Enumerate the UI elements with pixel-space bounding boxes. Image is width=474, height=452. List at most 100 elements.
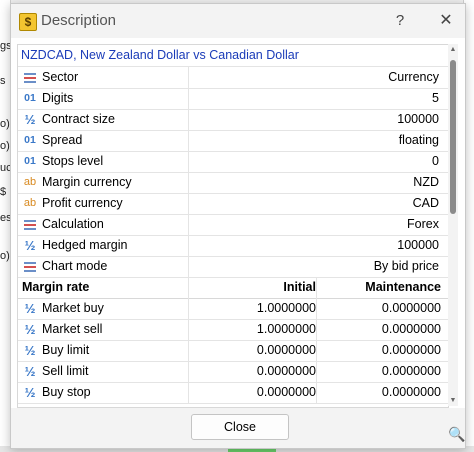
initial-value: 0.0000000: [256, 385, 316, 399]
scroll-up-arrow-icon[interactable]: ▲: [448, 46, 458, 53]
property-value: By bid price: [373, 259, 439, 273]
property-label: Contract size: [42, 112, 115, 126]
property-row-digits[interactable]: 01 Digits 5: [18, 88, 448, 110]
margin-table-header: Margin rate Initial Maintenance: [18, 277, 448, 299]
margin-row-buy-stop[interactable]: ½ Buy stop 0.0000000 0.0000000: [18, 382, 448, 404]
property-row-spread[interactable]: 01 Spread floating: [18, 130, 448, 152]
dialog-footer: Close: [11, 408, 465, 448]
property-value: NZD: [413, 175, 439, 189]
property-label: Stops level: [42, 154, 104, 168]
property-label: Hedged margin: [42, 238, 128, 252]
column-divider: [188, 88, 189, 109]
property-row-profit-currency[interactable]: ab Profit currency CAD: [18, 193, 448, 215]
background-text: es: [0, 212, 10, 224]
dollar-app-icon: $: [19, 13, 37, 31]
vertical-scrollbar[interactable]: ▲ ▼: [448, 44, 458, 406]
property-value: Forex: [407, 217, 439, 231]
property-row-hedged-margin[interactable]: ½ Hedged margin 100000: [18, 235, 448, 257]
background-text: s: [0, 75, 6, 87]
scroll-thumb[interactable]: [450, 60, 456, 214]
margin-rate-header: Margin rate: [22, 280, 90, 294]
close-button[interactable]: Close: [191, 414, 289, 440]
property-value: 100000: [397, 112, 439, 126]
maintenance-value: 0.0000000: [381, 364, 441, 378]
property-value: CAD: [412, 196, 439, 210]
fraction-icon: ½: [24, 343, 36, 358]
property-row-contract-size[interactable]: ½ Contract size 100000: [18, 109, 448, 131]
background-text: uc: [0, 162, 10, 174]
property-value: 100000: [397, 238, 439, 252]
margin-row-sell-limit[interactable]: ½ Sell limit 0.0000000 0.0000000: [18, 361, 448, 383]
list-icon: [23, 70, 37, 85]
property-value: Currency: [388, 70, 439, 84]
initial-value: 1.0000000: [256, 301, 316, 315]
symbol-heading-row: NZDCAD, New Zealand Dollar vs Canadian D…: [18, 45, 448, 67]
column-divider: [188, 151, 189, 172]
help-button[interactable]: ?: [390, 11, 410, 31]
symbol-heading: NZDCAD, New Zealand Dollar vs Canadian D…: [21, 48, 299, 62]
maintenance-value: 0.0000000: [381, 343, 441, 357]
title-bar[interactable]: $ Description ? ✕: [11, 4, 465, 38]
text-icon: ab: [23, 197, 37, 209]
property-value: 0: [432, 154, 439, 168]
property-label: Spread: [42, 133, 83, 147]
initial-value: 0.0000000: [256, 343, 316, 357]
digits-icon: 01: [24, 155, 36, 167]
column-divider: [188, 193, 189, 214]
list-icon: [23, 259, 37, 274]
maintenance-value: 0.0000000: [381, 385, 441, 399]
digits-icon: 01: [24, 92, 36, 104]
column-divider: [188, 256, 189, 277]
property-row-sector[interactable]: Sector Currency: [18, 67, 448, 89]
digits-icon: 01: [24, 134, 36, 146]
symbol-properties-list[interactable]: NZDCAD, New Zealand Dollar vs Canadian D…: [17, 44, 449, 408]
fraction-icon: ½: [24, 364, 36, 379]
property-label: Profit currency: [42, 196, 123, 210]
magnifier-icon[interactable]: 🔍: [448, 426, 465, 442]
column-divider: [188, 130, 189, 151]
property-label: Margin currency: [42, 175, 132, 189]
margin-row-label: Market buy: [42, 301, 104, 315]
margin-row-market-sell[interactable]: ½ Market sell 1.0000000 0.0000000: [18, 319, 448, 341]
property-row-stops-level[interactable]: 01 Stops level 0: [18, 151, 448, 173]
column-divider: [188, 235, 189, 256]
background-text: o): [0, 118, 10, 130]
initial-value: 1.0000000: [256, 322, 316, 336]
property-row-calculation[interactable]: Calculation Forex: [18, 214, 448, 236]
column-divider: [188, 67, 189, 88]
scroll-down-arrow-icon[interactable]: ▼: [448, 397, 458, 404]
margin-row-label: Market sell: [42, 322, 103, 336]
margin-row-label: Buy stop: [42, 385, 91, 399]
column-divider: [188, 214, 189, 235]
fraction-icon: ½: [24, 301, 36, 316]
margin-row-label: Sell limit: [42, 364, 89, 378]
column-divider: [188, 172, 189, 193]
maintenance-value: 0.0000000: [381, 301, 441, 315]
fraction-icon: ½: [24, 238, 36, 253]
maintenance-header: Maintenance: [365, 280, 441, 294]
property-label: Sector: [42, 70, 79, 84]
fraction-icon: ½: [24, 322, 36, 337]
maintenance-value: 0.0000000: [381, 322, 441, 336]
background-text: $: [0, 186, 7, 198]
description-dialog: $ Description ? ✕ NZDCAD, New Zealand Do…: [10, 3, 466, 449]
property-label: Digits: [42, 91, 74, 105]
margin-row-label: Buy limit: [42, 343, 90, 357]
background-text: o): [0, 140, 10, 152]
property-row-chart-mode[interactable]: Chart mode By bid price: [18, 256, 448, 278]
margin-row-market-buy[interactable]: ½ Market buy 1.0000000 0.0000000: [18, 298, 448, 320]
close-icon[interactable]: ✕: [435, 11, 457, 31]
initial-value: 0.0000000: [256, 364, 316, 378]
column-divider: [188, 109, 189, 130]
background-text: gs: [0, 40, 10, 52]
property-row-margin-currency[interactable]: ab Margin currency NZD: [18, 172, 448, 194]
margin-row-buy-limit[interactable]: ½ Buy limit 0.0000000 0.0000000: [18, 340, 448, 362]
fraction-icon: ½: [24, 385, 36, 400]
fraction-icon: ½: [24, 112, 36, 127]
property-value: 5: [432, 91, 439, 105]
initial-header: Initial: [283, 280, 316, 294]
property-label: Calculation: [42, 217, 104, 231]
text-icon: ab: [23, 176, 37, 188]
property-value: floating: [398, 133, 439, 147]
window-title: Description: [41, 12, 117, 29]
